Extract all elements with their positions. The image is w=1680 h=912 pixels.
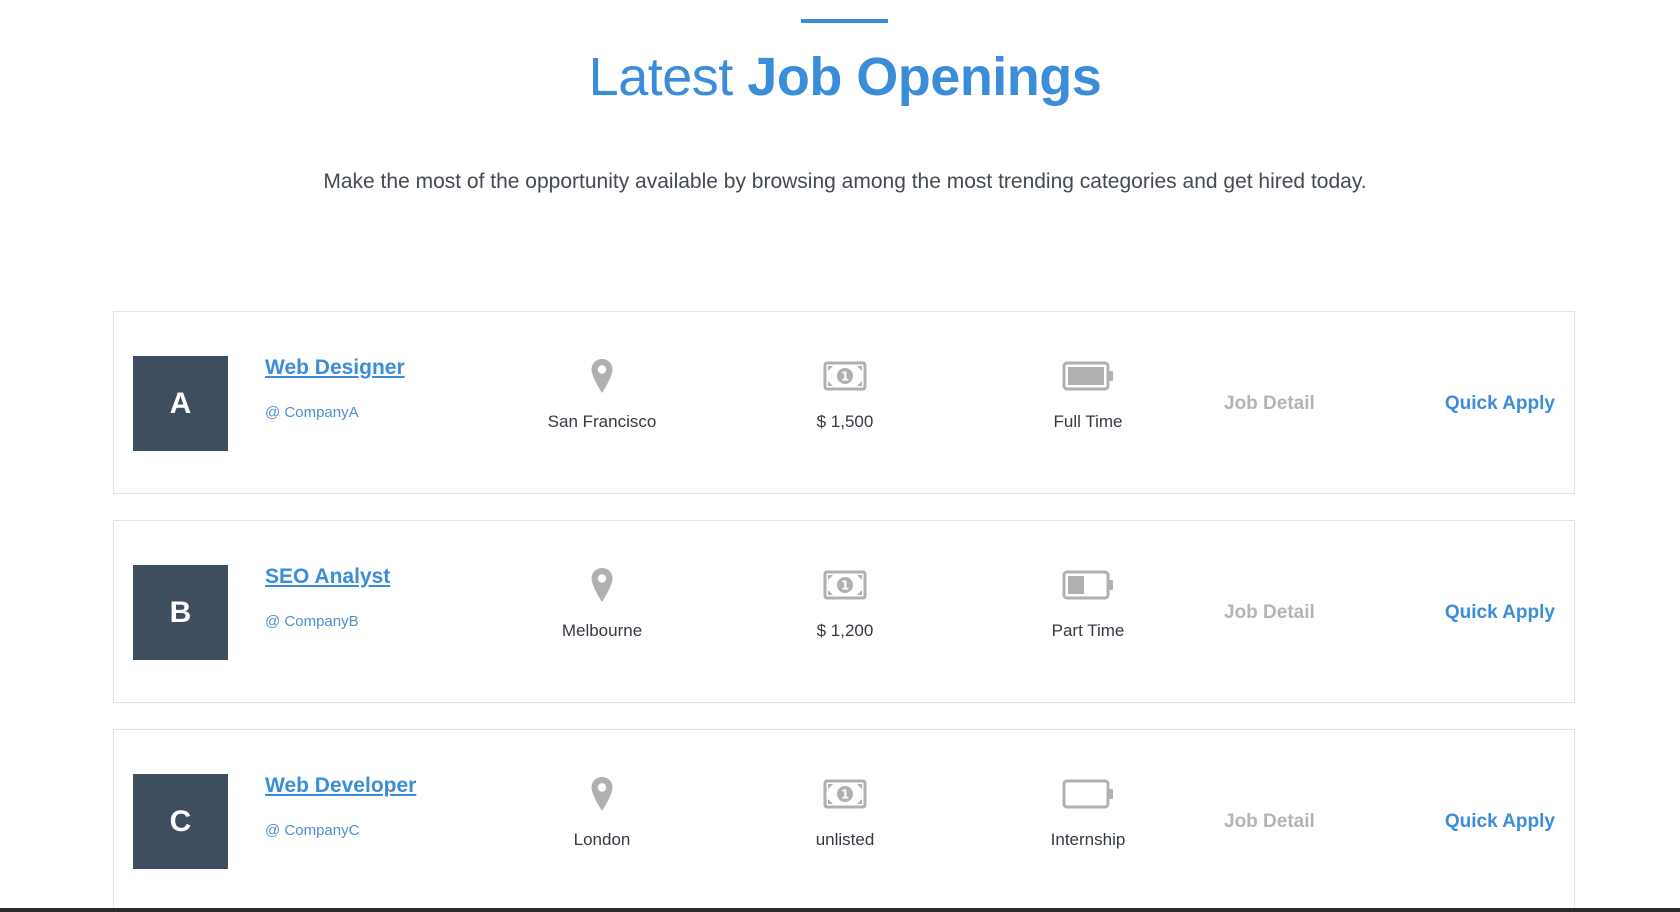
company-name: @ CompanyA	[265, 404, 359, 421]
job-type: Internship	[988, 774, 1188, 850]
salary-text: $ 1,500	[816, 412, 874, 431]
job-card: A Web Designer @ CompanyA San Francisco …	[113, 311, 1575, 494]
job-detail-link[interactable]: Job Detail	[1224, 811, 1315, 833]
window-bottom-edge	[0, 908, 1680, 912]
location-text: Melbourne	[561, 621, 643, 640]
banknote-icon: 1	[823, 361, 867, 391]
job-type-text: Internship	[1050, 830, 1126, 849]
quick-apply-button[interactable]: Quick Apply	[1445, 393, 1555, 415]
battery-full-icon	[1062, 361, 1113, 391]
map-pin-icon	[591, 568, 613, 602]
location-text: San Francisco	[547, 412, 657, 431]
banknote-icon: 1	[823, 779, 867, 809]
heading-accent-rule	[801, 19, 888, 23]
job-detail-link[interactable]: Job Detail	[1224, 393, 1315, 415]
job-location: San Francisco	[502, 356, 702, 432]
banknote-icon: 1	[823, 570, 867, 600]
job-openings-page: Latest Job Openings Make the most of the…	[0, 0, 1680, 912]
job-detail-link[interactable]: Job Detail	[1224, 602, 1315, 624]
company-logo: C	[133, 774, 228, 869]
svg-text:1: 1	[841, 579, 849, 593]
battery-half-icon	[1062, 570, 1113, 600]
location-text: London	[573, 830, 631, 849]
job-location: Melbourne	[502, 565, 702, 641]
job-title-link[interactable]: Web Developer	[265, 774, 416, 798]
job-card: C Web Developer @ CompanyC London 1 unli…	[113, 729, 1575, 912]
job-type-text: Full Time	[1053, 412, 1123, 431]
section-heading: Latest Job Openings	[0, 44, 1680, 110]
company-name: @ CompanyC	[265, 822, 360, 839]
heading-light-text: Latest	[588, 47, 734, 107]
section-subtitle: Make the most of the opportunity availab…	[323, 170, 1367, 193]
job-card: B SEO Analyst @ CompanyB Melbourne 1 $ 1…	[113, 520, 1575, 703]
battery-empty-icon	[1062, 779, 1113, 809]
quick-apply-button[interactable]: Quick Apply	[1445, 602, 1555, 624]
job-type-text: Part Time	[1051, 621, 1125, 640]
job-salary: 1 $ 1,200	[745, 565, 945, 641]
salary-text: unlisted	[815, 830, 875, 849]
job-title-link[interactable]: SEO Analyst	[265, 565, 390, 589]
salary-text: $ 1,200	[816, 621, 874, 640]
job-salary: 1 unlisted	[745, 774, 945, 850]
job-type: Part Time	[988, 565, 1188, 641]
map-pin-icon	[591, 777, 613, 811]
job-salary: 1 $ 1,500	[745, 356, 945, 432]
svg-text:1: 1	[841, 788, 849, 802]
job-type: Full Time	[988, 356, 1188, 432]
company-logo: A	[133, 356, 228, 451]
svg-text:1: 1	[841, 370, 849, 384]
quick-apply-button[interactable]: Quick Apply	[1445, 811, 1555, 833]
heading-bold-text: Job Openings	[747, 47, 1102, 107]
map-pin-icon	[591, 359, 613, 393]
company-name: @ CompanyB	[265, 613, 359, 630]
job-location: London	[502, 774, 702, 850]
job-title-link[interactable]: Web Designer	[265, 356, 405, 380]
company-logo: B	[133, 565, 228, 660]
